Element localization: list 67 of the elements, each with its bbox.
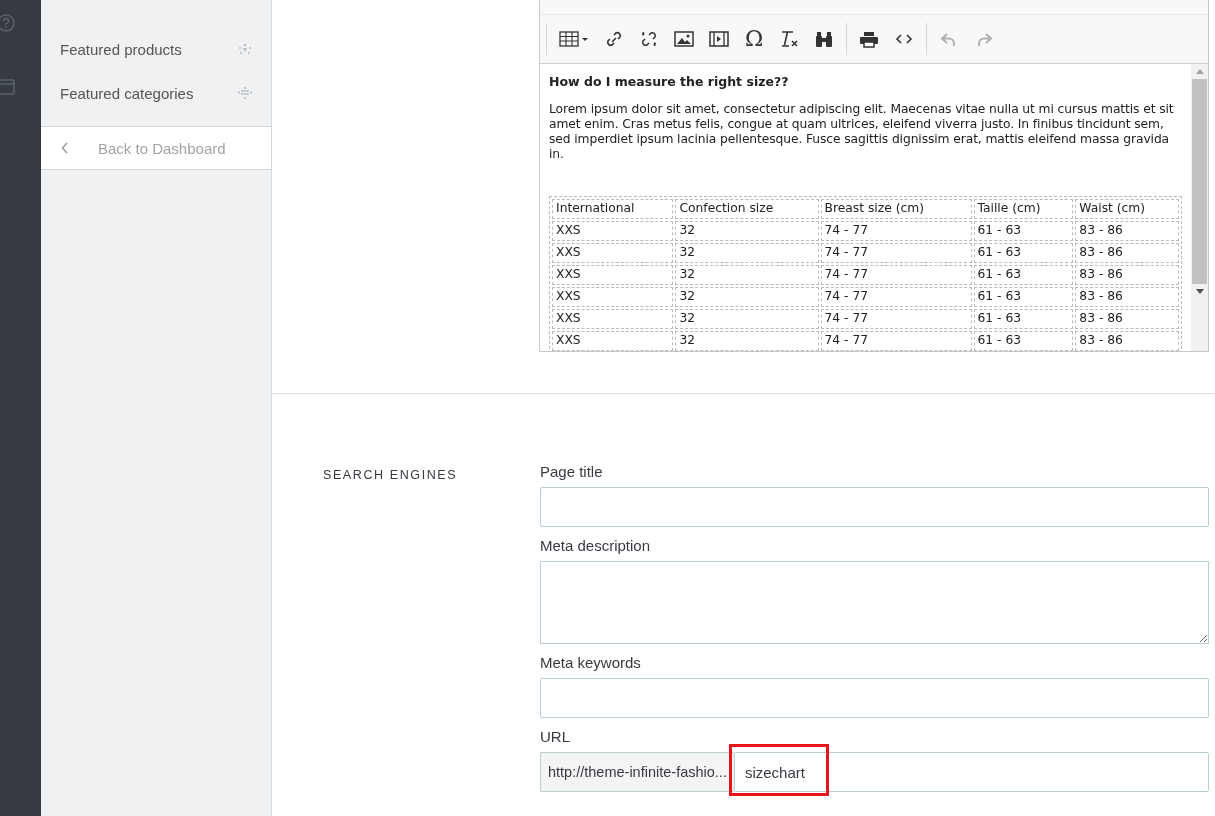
special-character-button[interactable]: Ω bbox=[739, 26, 770, 52]
table-cell: 83 - 86 bbox=[1075, 265, 1179, 285]
scroll-up-icon[interactable] bbox=[1195, 69, 1204, 74]
field-label: Meta keywords bbox=[540, 654, 642, 671]
clear-format-icon bbox=[779, 30, 800, 48]
field-label: Page title bbox=[540, 463, 604, 480]
section-title: SEARCH ENGINES bbox=[322, 467, 459, 484]
field-label: URL bbox=[540, 728, 571, 745]
table-cell: XXS bbox=[552, 309, 674, 329]
table-cell: 32 bbox=[675, 331, 819, 351]
window-icon[interactable] bbox=[0, 79, 15, 95]
table-cell: 83 - 86 bbox=[1075, 287, 1179, 307]
table-header-cell: International bbox=[552, 199, 674, 219]
grid-icon bbox=[559, 30, 589, 48]
editor-paragraph: Lorem ipsum dolor sit amet, consectetur adipiscing elit. Maecenas vitae nulla ut mi cursus mattis et sit amet enim. Cras metus felis, congue at quam ultrices, eleifend viverra justo. In finibus tincidunt sem, sed imperdiet ipsum lacinia pellentesque. Fusce sagittis dignissim erat, mattis eleifend massa gravida in. bbox=[549, 102, 1175, 162]
table-cell: 61 - 63 bbox=[973, 309, 1074, 329]
table-cell: XXS bbox=[552, 287, 674, 307]
table-cell: 61 - 63 bbox=[973, 265, 1074, 285]
table-cell: 32 bbox=[675, 221, 819, 241]
table-cell: 32 bbox=[675, 287, 819, 307]
printer-icon bbox=[859, 30, 880, 48]
table-cell: 74 - 77 bbox=[820, 243, 972, 263]
table-cell: XXS bbox=[552, 243, 674, 263]
table-cell: 74 - 77 bbox=[820, 287, 972, 307]
scrollbar[interactable] bbox=[1191, 64, 1208, 351]
text-area[interactable] bbox=[540, 561, 1209, 644]
table-header-cell: Breast size (cm) bbox=[820, 199, 972, 219]
sidebar-item[interactable]: Featured products bbox=[41, 27, 271, 71]
broken-link-icon bbox=[639, 30, 659, 48]
table-cell: 74 - 77 bbox=[820, 309, 972, 329]
table-cell: 74 - 77 bbox=[820, 265, 972, 285]
link-icon bbox=[604, 30, 624, 48]
table-cell: 83 - 86 bbox=[1075, 331, 1179, 351]
table-cell: XXS bbox=[552, 265, 674, 285]
table-cell: 61 - 63 bbox=[973, 331, 1074, 351]
table-cell: 83 - 86 bbox=[1075, 243, 1179, 263]
text-input[interactable] bbox=[540, 487, 1209, 527]
table-cell: 83 - 86 bbox=[1075, 309, 1179, 329]
table-header-cell: Taille (cm) bbox=[973, 199, 1074, 219]
binoculars-icon bbox=[814, 30, 835, 48]
table-cell: 74 - 77 bbox=[820, 331, 972, 351]
scrollbar-thumb[interactable] bbox=[1192, 79, 1207, 284]
table-header-cell: Waist (cm) bbox=[1075, 199, 1179, 219]
table-cell: 74 - 77 bbox=[820, 221, 972, 241]
divider-dots-icon bbox=[237, 85, 253, 101]
table-cell: 32 bbox=[675, 309, 819, 329]
text-input[interactable] bbox=[540, 678, 1209, 718]
url-input[interactable]: sizechart bbox=[733, 752, 1209, 792]
scroll-down-icon[interactable] bbox=[1195, 289, 1204, 294]
editor-heading: How do I measure the right size?? bbox=[549, 74, 790, 89]
table-cell: 61 - 63 bbox=[973, 221, 1074, 241]
table-cell: XXS bbox=[552, 331, 674, 351]
help-icon[interactable] bbox=[0, 14, 15, 32]
table-cell: 32 bbox=[675, 265, 819, 285]
table-cell: 61 - 63 bbox=[973, 243, 1074, 263]
table-header-cell: Confection size bbox=[675, 199, 819, 219]
table-cell: 83 - 86 bbox=[1075, 221, 1179, 241]
url-prefix: http://theme-infinite-fashio... bbox=[540, 752, 734, 792]
film-icon bbox=[709, 30, 729, 48]
table-cell: XXS bbox=[552, 221, 674, 241]
sidebar-item[interactable]: Featured categories bbox=[41, 71, 271, 115]
table-cell: 61 - 63 bbox=[973, 287, 1074, 307]
sparkle-icon bbox=[237, 41, 253, 57]
field-label: Meta description bbox=[540, 537, 652, 554]
image-icon bbox=[674, 30, 694, 48]
table-cell: 32 bbox=[675, 243, 819, 263]
chevron-left-icon[interactable] bbox=[61, 142, 69, 154]
